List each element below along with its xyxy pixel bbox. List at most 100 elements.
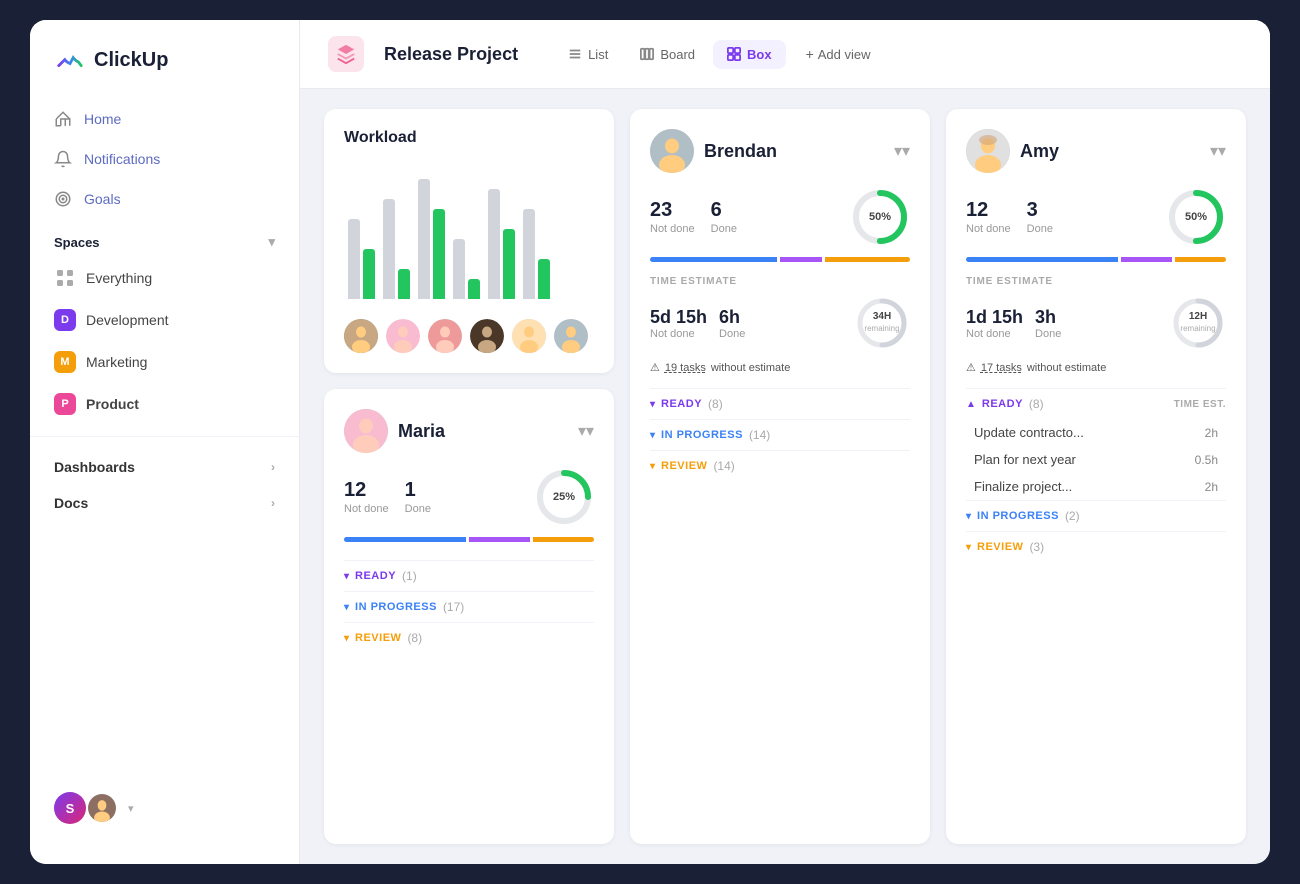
amy-not-done-label: Not done xyxy=(966,223,1011,235)
docs-label: Docs xyxy=(54,495,88,511)
brendan-not-done-time: 5d 15h Not done xyxy=(650,307,707,340)
pb-purple xyxy=(780,257,822,262)
amy-expand-icon[interactable]: ▾▾ xyxy=(1210,141,1226,161)
bar-group-3 xyxy=(418,179,445,299)
brendan-status-inprogress[interactable]: ▾ IN PROGRESS (14) xyxy=(650,419,910,450)
divider1 xyxy=(30,436,299,437)
bar-green-6 xyxy=(538,259,550,299)
amy-status-inprogress[interactable]: ▾ IN PROGRESS (2) xyxy=(966,500,1226,531)
list-label: List xyxy=(588,47,608,62)
brendan-done-time: 6h Done xyxy=(719,307,745,340)
app-name: ClickUp xyxy=(94,49,168,72)
board-icon xyxy=(640,47,654,61)
product-avatar: P xyxy=(54,393,76,415)
sidebar-item-goals[interactable]: Goals xyxy=(42,180,287,218)
brendan-warning: ⚠ 19 tasks without estimate xyxy=(650,361,910,374)
amy-task-2[interactable]: Plan for next year 0.5h xyxy=(966,446,1226,473)
brendan-not-done: 23 Not done xyxy=(650,199,695,235)
maria-done: 1 Done xyxy=(405,479,431,515)
brendan-expand-icon[interactable]: ▾▾ xyxy=(894,141,910,161)
brendan-info: Brendan xyxy=(650,129,777,173)
brendan-ready-chevron-icon: ▾ xyxy=(650,399,655,410)
sidebar-item-home[interactable]: Home xyxy=(42,100,287,138)
maria-stats: 12 Not done 1 Done 25% xyxy=(344,467,594,527)
bell-icon xyxy=(54,150,72,168)
amy-task-3[interactable]: Finalize project... 2h xyxy=(966,473,1226,500)
brendan-not-done-label: Not done xyxy=(650,223,695,235)
workload-card: Workload xyxy=(324,109,614,373)
pb-yellow xyxy=(825,257,910,262)
workload-avatars xyxy=(344,319,594,353)
sidebar-item-docs[interactable]: Docs › xyxy=(30,485,299,521)
brendan-not-done-num: 23 xyxy=(650,199,695,222)
sidebar-item-product[interactable]: P Product xyxy=(42,384,287,424)
amy-header: Amy ▾▾ xyxy=(966,129,1226,173)
brendan-done: 6 Done xyxy=(711,199,737,235)
home-label: Home xyxy=(84,111,121,127)
sidebar-item-everything[interactable]: Everything xyxy=(42,258,287,298)
dashboard-area: Workload xyxy=(300,89,1270,864)
brendan-remaining-label: 34H remaining xyxy=(864,311,899,335)
view-box-btn[interactable]: Box xyxy=(713,40,786,69)
brendan-status-sections: ▾ READY (8) ▾ IN PROGRESS (14) ▾ REVIEW … xyxy=(650,388,910,481)
amy-not-done-num: 12 xyxy=(966,199,1011,222)
maria-done-num: 1 xyxy=(405,479,431,502)
main-content: Release Project List Board Box + Add vie… xyxy=(300,20,1270,864)
amy-avatar xyxy=(966,129,1010,173)
pb-blue xyxy=(650,257,777,262)
amy-time-est-col: TIME EST. xyxy=(1174,399,1226,410)
brendan-warning-tasks: 19 tasks xyxy=(665,362,706,374)
ready-chevron-icon: ▾ xyxy=(344,571,349,582)
pb-purple-amy xyxy=(1121,257,1172,262)
maria-card: Maria ▾▾ 12 Not done 1 Done xyxy=(324,389,614,844)
add-view-btn[interactable]: + Add view xyxy=(794,39,883,69)
amy-status-review[interactable]: ▾ REVIEW (3) xyxy=(966,531,1226,562)
sidebar-item-development[interactable]: D Development xyxy=(42,300,287,340)
pb-blue-amy xyxy=(966,257,1118,262)
view-board-btn[interactable]: Board xyxy=(626,40,709,69)
spaces-chevron-icon[interactable]: ▾ xyxy=(268,234,275,250)
clickup-logo-icon xyxy=(54,44,86,76)
maria-info: Maria xyxy=(344,409,445,453)
maria-avatar xyxy=(344,409,388,453)
amy-task-1[interactable]: Update contracto... 2h xyxy=(966,419,1226,446)
task-1-time: 2h xyxy=(1205,426,1218,440)
brendan-ready-count: (8) xyxy=(708,397,723,411)
brendan-d-time-label: Done xyxy=(719,328,745,340)
sidebar-item-notifications[interactable]: Notifications xyxy=(42,140,287,178)
maria-status-inprogress[interactable]: ▾ IN PROGRESS (17) xyxy=(344,591,594,622)
nav-items: Home Notifications Goals xyxy=(30,100,299,218)
warning-icon: ⚠ xyxy=(650,361,660,374)
task-3-label: Finalize project... xyxy=(974,479,1072,494)
plus-icon: + xyxy=(806,46,814,62)
brendan-name: Brendan xyxy=(704,141,777,162)
amy-review-label: REVIEW xyxy=(977,541,1023,553)
amy-status-sections: ▲ READY (8) TIME EST. Update contracto..… xyxy=(966,388,1226,562)
maria-expand-icon[interactable]: ▾▾ xyxy=(578,421,594,441)
amy-not-done: 12 Not done xyxy=(966,199,1011,235)
user-profile-area[interactable]: S ▾ xyxy=(30,776,299,840)
maria-status-review[interactable]: ▾ REVIEW (8) xyxy=(344,622,594,653)
development-avatar: D xyxy=(54,309,76,331)
development-label: Development xyxy=(86,312,169,328)
workload-chart xyxy=(344,159,594,299)
brendan-avatar xyxy=(650,129,694,173)
brendan-review-count: (14) xyxy=(713,459,734,473)
maria-status-ready[interactable]: ▾ READY (1) xyxy=(344,560,594,591)
brendan-status-ready[interactable]: ▾ READY (8) xyxy=(650,388,910,419)
notifications-label: Notifications xyxy=(84,151,160,167)
dashboards-label: Dashboards xyxy=(54,459,135,475)
brendan-nd-time: 5d 15h xyxy=(650,307,707,328)
logo-area: ClickUp xyxy=(30,44,299,100)
amy-not-done-time: 1d 15h Not done xyxy=(966,307,1023,340)
amy-review-chevron-icon: ▾ xyxy=(966,542,971,553)
bar-group-2 xyxy=(383,199,410,299)
amy-status-ready[interactable]: ▲ READY (8) TIME EST. xyxy=(966,388,1226,419)
brendan-remaining-donut: 34H remaining xyxy=(854,295,910,351)
view-list-btn[interactable]: List xyxy=(554,40,622,69)
sidebar-item-marketing[interactable]: M Marketing xyxy=(42,342,287,382)
amy-inprogress-chevron-icon: ▾ xyxy=(966,511,971,522)
brendan-status-review[interactable]: ▾ REVIEW (14) xyxy=(650,450,910,481)
sidebar-item-dashboards[interactable]: Dashboards › xyxy=(30,449,299,485)
workload-avatar-3 xyxy=(428,319,462,353)
